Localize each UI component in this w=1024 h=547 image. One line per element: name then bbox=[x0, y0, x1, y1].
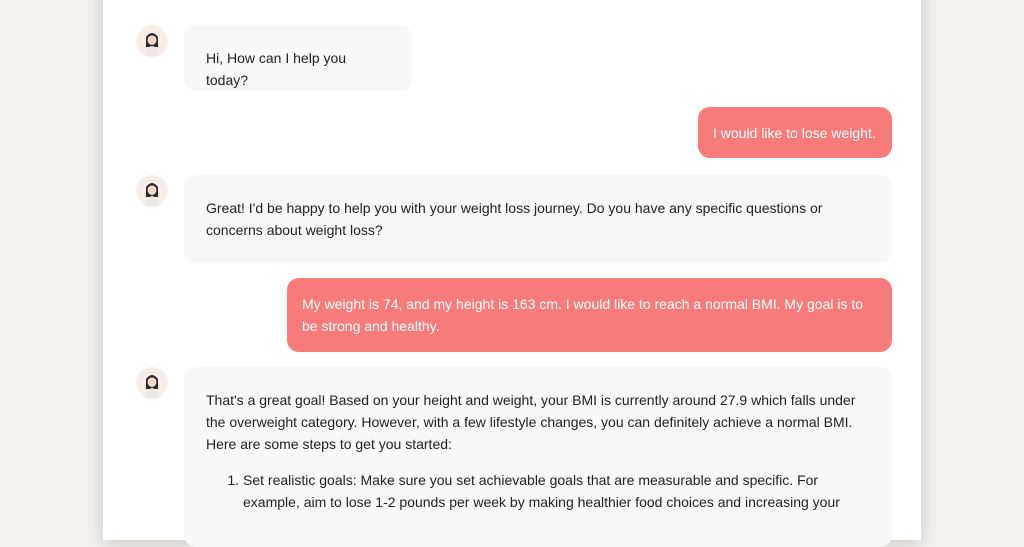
assistant-message-bubble: Great! I'd be happy to help you with you… bbox=[184, 175, 892, 263]
message-text: I would like to lose weight. bbox=[713, 125, 876, 141]
list-item: Set realistic goals: Make sure you set a… bbox=[243, 469, 870, 513]
woman-avatar-icon bbox=[145, 33, 159, 57]
woman-avatar-icon bbox=[145, 183, 159, 207]
user-message-bubble: I would like to lose weight. bbox=[698, 107, 892, 158]
woman-avatar-icon bbox=[145, 375, 159, 399]
assistant-message-bubble: That's a great goal! Based on your heigh… bbox=[184, 367, 892, 547]
assistant-message-bubble: Hi, How can I help you today? bbox=[184, 25, 412, 91]
message-text: My weight is 74, and my height is 163 cm… bbox=[302, 296, 864, 334]
chat-panel: Hi, How can I help you today? I would li… bbox=[103, 0, 921, 547]
message-text: Great! I'd be happy to help you with you… bbox=[206, 200, 823, 238]
message-text: That's a great goal! Based on your heigh… bbox=[206, 392, 856, 452]
assistant-avatar bbox=[136, 175, 168, 207]
assistant-avatar bbox=[136, 367, 168, 399]
assistant-avatar bbox=[136, 25, 168, 57]
message-text: Hi, How can I help you today? bbox=[206, 50, 347, 88]
user-message-bubble: My weight is 74, and my height is 163 cm… bbox=[287, 278, 892, 352]
steps-list: Set realistic goals: Make sure you set a… bbox=[206, 469, 870, 513]
